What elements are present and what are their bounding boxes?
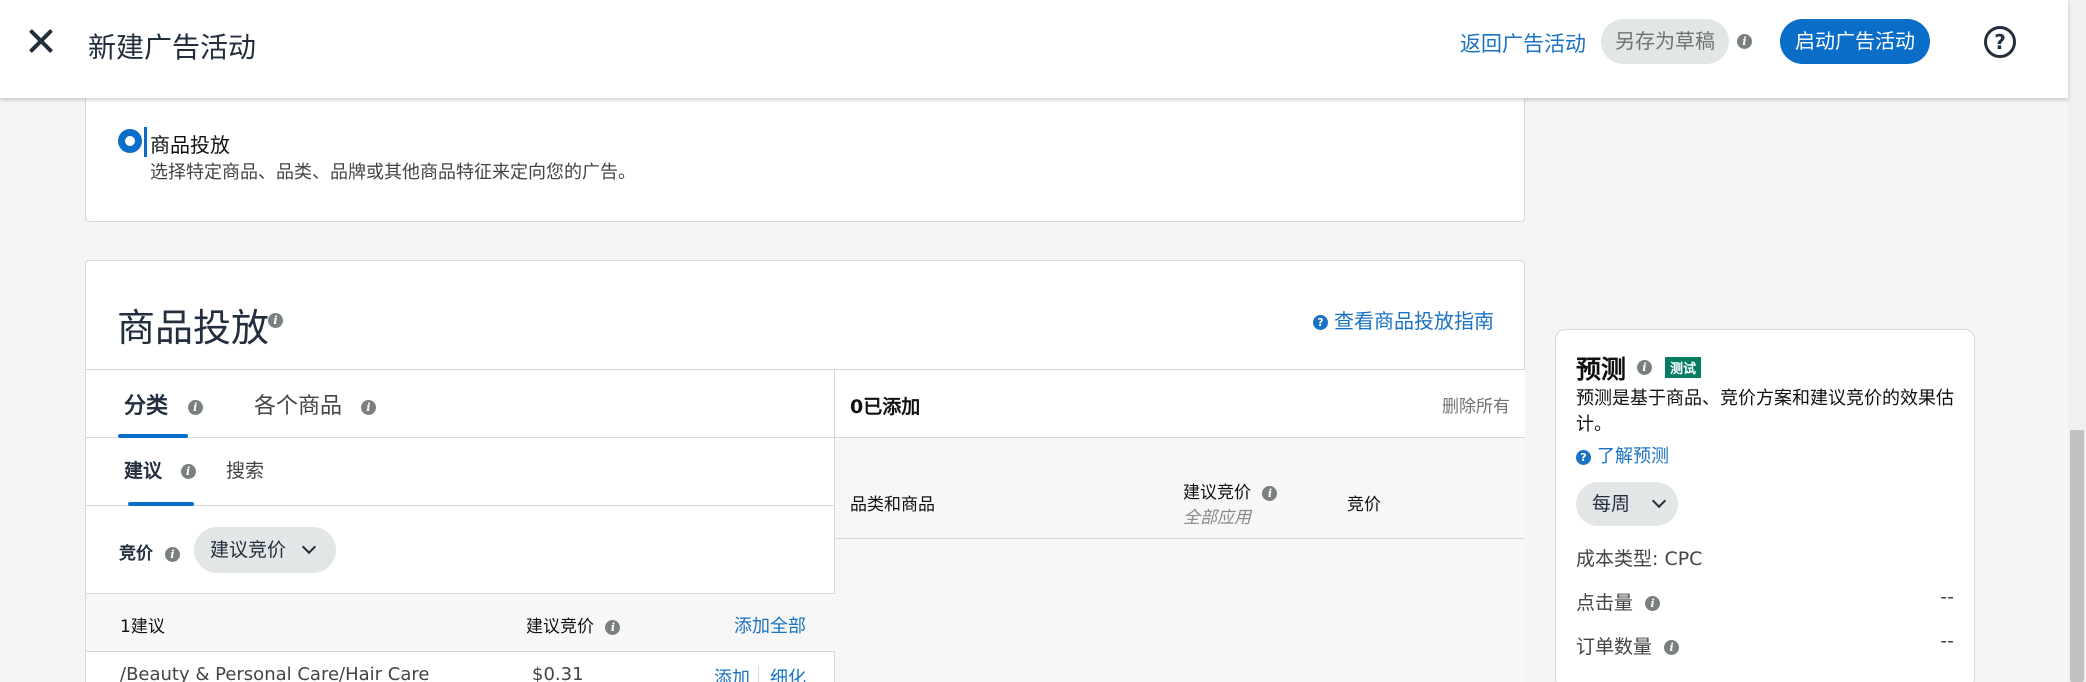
info-icon[interactable]: i [1664,640,1680,655]
radio-description: 选择特定商品、品类、品牌或其他商品特征来定向您的广告。 [150,162,636,183]
clicks-label: 点击量 i [1576,588,1661,615]
column-header-bid: 竞价 [1347,495,1381,515]
info-icon[interactable]: i [1262,485,1278,501]
period-select[interactable]: 每周 [1576,482,1678,526]
page-title: 新建广告活动 [88,31,257,64]
bid-label: 竞价 i [119,539,180,564]
tab-bar: 分类 i 各个商品 i [86,370,835,438]
product-targeting-radio[interactable] [118,129,142,153]
added-header: 0已添加 删除所有 [835,370,1525,438]
forecast-description: 预测是基于商品、竞价方案和建议竞价的效果估计。 [1576,388,1954,435]
refine-button[interactable]: 细化 [770,664,806,682]
help-icon[interactable]: ? [1984,26,2016,58]
question-icon: ? [1313,315,1328,330]
added-count: 0已添加 [850,396,921,418]
orders-label: 订单数量 i [1576,632,1680,659]
close-icon[interactable] [28,28,54,54]
learn-forecast-link[interactable]: ? 了解预测 [1576,442,1669,468]
info-icon[interactable]: i [1737,34,1752,49]
bid-select-value: 建议竞价 [210,539,287,561]
info-icon[interactable]: i [187,399,203,415]
guide-link-label: 查看商品投放指南 [1334,309,1494,333]
subtab-search[interactable]: 搜索 [226,456,264,483]
learn-link-label: 了解预测 [1597,446,1669,467]
launch-campaign-button[interactable]: 启动广告活动 [1780,19,1930,64]
question-icon: ? [1576,449,1591,465]
subtab-suggested[interactable]: 建议 i [124,456,196,483]
suggested-bid-value: $0.31 [532,664,584,682]
suggested-bid-header: 建议竞价 i [526,612,621,637]
beta-badge: 测试 [1665,357,1702,378]
add-button[interactable]: 添加 [714,664,750,682]
add-all-button[interactable]: 添加全部 [734,612,806,638]
metric-label: 点击量 [1576,592,1634,614]
suggested-bid-label: 建议竞价 [526,617,594,637]
info-icon[interactable]: i [180,464,196,479]
back-to-campaigns-link[interactable]: 返回广告活动 [1460,28,1586,58]
clicks-value: -- [1940,586,1954,608]
chevron-down-icon [301,539,317,555]
forecast-panel: 预测 i 测试 预测是基于商品、竞价方案和建议竞价的效果估计。 ? 了解预测 每周… [1555,329,1975,682]
info-icon[interactable]: i [605,619,621,635]
column-header-label: 建议竞价 [1183,483,1251,503]
save-draft-button[interactable]: 另存为草稿 [1601,19,1729,64]
product-targeting-card: 商品投放 i ? 查看商品投放指南 分类 i 各个商品 i 建议 i 搜索 竞价… [85,260,1525,682]
tab-individual-products[interactable]: 各个商品 i [254,388,377,420]
tab-label: 分类 [124,394,169,419]
focus-indicator [144,127,147,157]
forecast-title: 预测 [1576,355,1627,384]
added-column-headers: 品类和商品 建议竞价 i 全部应用 竞价 [835,438,1525,539]
apply-all-link[interactable]: 全部应用 [1183,503,1251,528]
subtab-label: 建议 [124,460,163,482]
added-pane: 0已添加 删除所有 品类和商品 建议竞价 i 全部应用 竞价 [835,369,1525,682]
table-row: /Beauty & Personal Care/Hair Care $0.31 … [86,652,835,682]
orders-value: -- [1940,630,1954,652]
subtab-bar: 建议 i 搜索 [86,438,835,506]
bid-row: 竞价 i 建议竞价 [86,506,835,594]
divider [758,666,759,682]
bid-strategy-select[interactable]: 建议竞价 [194,527,336,573]
info-icon[interactable]: i [268,313,283,328]
suggestions-pane: 分类 i 各个商品 i 建议 i 搜索 竞价 i 建议竞价 1建议 建议竞价 i… [86,369,835,682]
info-icon[interactable]: i [1637,360,1652,375]
targeting-guide-link[interactable]: ? 查看商品投放指南 [1313,305,1494,334]
top-bar: 新建广告活动 返回广告活动 另存为草稿 i 启动广告活动 ? [0,0,2068,98]
tab-label: 各个商品 [254,394,343,419]
cost-type: 成本类型: CPC [1576,548,1703,570]
info-icon[interactable]: i [164,546,180,562]
remove-all-button[interactable]: 删除所有 [1442,392,1510,417]
scrollbar-thumb[interactable] [2070,430,2084,682]
metric-label: 订单数量 [1576,636,1653,658]
suggestions-header: 1建议 建议竞价 i 添加全部 [86,594,835,652]
info-icon[interactable]: i [1645,596,1661,611]
radio-label: 商品投放 [150,133,230,157]
info-icon[interactable]: i [361,399,377,415]
section-title: 商品投放 [117,306,270,350]
suggestion-count: 1建议 [120,617,165,637]
chevron-down-icon [1651,493,1667,509]
bid-label-text: 竞价 [119,544,153,564]
column-header-products: 品类和商品 [850,495,935,515]
column-header-suggested-bid: 建议竞价 i [1183,478,1278,503]
period-value: 每周 [1592,493,1631,515]
tab-categories[interactable]: 分类 i [124,388,203,420]
category-path: /Beauty & Personal Care/Hair Care [120,664,430,682]
